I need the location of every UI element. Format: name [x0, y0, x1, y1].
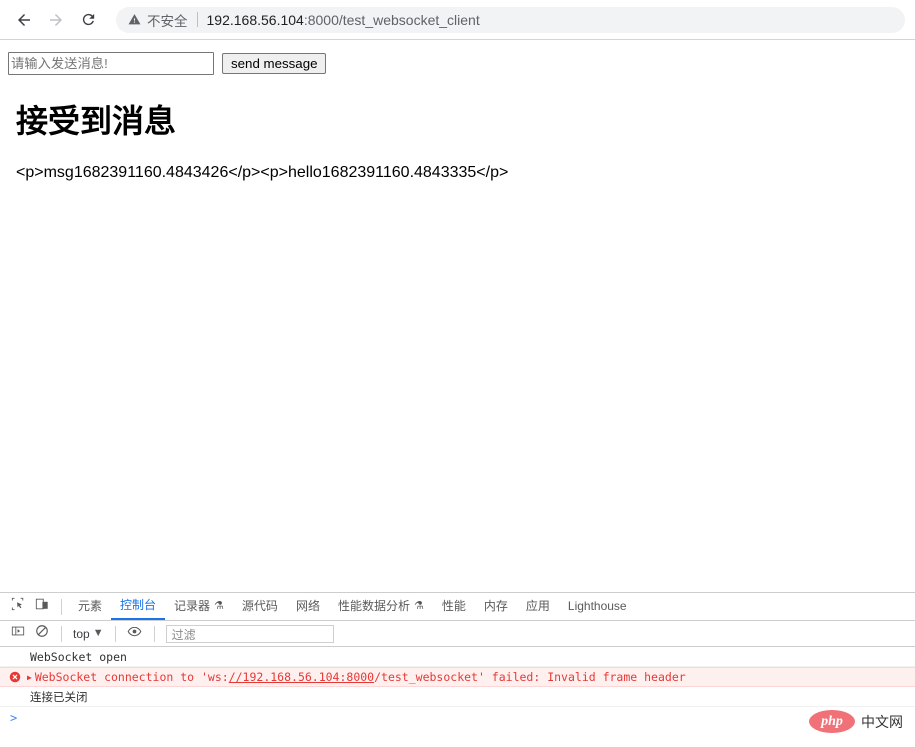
- security-status-label: 不安全: [147, 13, 188, 29]
- console-error-text: WebSocket connection to 'ws://192.168.56…: [35, 670, 686, 684]
- devtools-tab-label: 应用: [525, 599, 550, 613]
- devtools-tab[interactable]: Lighthouse: [559, 593, 636, 620]
- devtools-tab[interactable]: 性能: [433, 593, 475, 620]
- url-text: 192.168.56.104:8000/test_websocket_clien…: [207, 12, 480, 28]
- devtools-tab[interactable]: 控制台: [111, 593, 166, 620]
- experimental-flask-icon: ⚗: [214, 600, 224, 612]
- live-expression-eye-icon: [127, 624, 142, 644]
- message-form: send message: [8, 52, 907, 75]
- forward-button[interactable]: [42, 6, 70, 34]
- devtools-tab[interactable]: 内存: [475, 593, 517, 620]
- php-logo-icon: php: [809, 710, 855, 733]
- devtools-tab[interactable]: 网络: [287, 593, 329, 620]
- device-toolbar-icon: [35, 597, 49, 616]
- back-arrow-icon: [15, 11, 33, 29]
- send-message-button[interactable]: send message: [222, 53, 327, 74]
- browser-toolbar: 不安全 192.168.56.104:8000/test_websocket_c…: [0, 0, 915, 40]
- console-toolbar: top ▼ 过滤: [0, 621, 915, 647]
- console-prompt[interactable]: >: [0, 707, 915, 729]
- devtools-tab-label: 内存: [483, 599, 508, 613]
- devtools-tab-label: 控制台: [120, 598, 157, 612]
- console-toolbar-divider-3: [153, 625, 155, 642]
- devtools-tab-label: 网络: [295, 599, 320, 613]
- page-content: send message 接受到消息 <p>msg1682391160.4843…: [0, 40, 915, 584]
- devtools-panel: 元素 控制台 记录器 ⚗ 源代码 网络 性能数据分析 ⚗ 性能 内存 应用 Lighthouse: [0, 592, 915, 747]
- execution-context-label: top: [73, 626, 90, 641]
- inspect-element-button[interactable]: [6, 596, 30, 618]
- reload-button[interactable]: [74, 6, 102, 34]
- console-filter-input[interactable]: 过滤: [165, 624, 334, 643]
- back-button[interactable]: [10, 6, 38, 34]
- warning-triangle-icon[interactable]: [128, 13, 141, 26]
- console-log-row[interactable]: WebSocket open: [0, 647, 915, 667]
- devtools-tab[interactable]: 性能数据分析 ⚗: [329, 593, 433, 620]
- console-error-row[interactable]: ▶ WebSocket connection to 'ws://192.168.…: [0, 667, 915, 687]
- console-message-list: WebSocket open ▶ WebSocket connection to…: [0, 647, 915, 729]
- experimental-flask-icon: ⚗: [413, 600, 424, 612]
- devtools-tab-label: Lighthouse: [567, 599, 627, 613]
- prompt-caret-icon: >: [10, 711, 18, 725]
- inspect-element-icon: [11, 597, 25, 616]
- devtools-tab-label: 性能数据分析: [337, 599, 410, 613]
- toolbar-divider: [61, 598, 62, 615]
- watermark-label: 中文网: [861, 713, 903, 730]
- error-message-prefix: WebSocket connection to 'ws:: [34, 670, 229, 684]
- error-message-suffix: /test_websocket' failed: Invalid frame h…: [374, 670, 686, 684]
- url-host: 192.168.56.104: [206, 11, 304, 28]
- page-title: 接受到消息: [16, 103, 177, 139]
- message-input[interactable]: [8, 52, 214, 75]
- devtools-tab[interactable]: 源代码: [233, 593, 287, 620]
- url-path: :8000/test_websocket_client: [303, 11, 480, 28]
- devtools-tab[interactable]: 应用: [517, 593, 559, 620]
- live-expression-button[interactable]: [123, 623, 147, 645]
- console-sidebar-button[interactable]: [6, 623, 30, 645]
- console-toolbar-divider-2: [114, 625, 116, 642]
- console-sidebar-icon: [11, 624, 25, 643]
- console-log-text: 连接已关闭: [30, 689, 88, 704]
- devtools-tab-label: 记录器: [174, 599, 211, 613]
- device-toolbar-button[interactable]: [30, 596, 54, 618]
- devtools-tab[interactable]: 记录器 ⚗: [165, 593, 233, 620]
- forward-arrow-icon: [47, 11, 65, 29]
- clear-console-button[interactable]: [30, 623, 54, 645]
- address-bar[interactable]: 不安全 192.168.56.104:8000/test_websocket_c…: [116, 6, 905, 33]
- omnibox-divider: [196, 12, 198, 27]
- devtools-tab-label: 元素: [78, 599, 103, 613]
- execution-context-selector[interactable]: top ▼: [69, 627, 108, 641]
- devtools-tab-list: 元素 控制台 记录器 ⚗ 源代码 网络 性能数据分析 ⚗ 性能 内存 应用 Lighthouse: [69, 593, 636, 620]
- devtools-tab-label: 源代码: [241, 599, 278, 613]
- error-message-url[interactable]: //192.168.56.104:8000: [229, 670, 374, 684]
- received-message-text: <p>msg1682391160.4843426</p><p>hello1682…: [16, 164, 509, 181]
- clear-console-icon: [35, 624, 49, 643]
- console-toolbar-divider-1: [61, 625, 62, 642]
- devtools-tab[interactable]: 元素: [69, 593, 111, 620]
- devtools-tabbar: 元素 控制台 记录器 ⚗ 源代码 网络 性能数据分析 ⚗ 性能 内存 应用 Lighthouse: [0, 593, 915, 621]
- expand-triangle-icon[interactable]: ▶: [27, 673, 32, 682]
- reload-icon: [80, 11, 97, 28]
- console-log-text: WebSocket open: [30, 649, 127, 664]
- devtools-tab-label: 性能: [441, 599, 466, 613]
- chevron-down-icon: ▼: [92, 627, 104, 639]
- error-circle-icon: [9, 671, 21, 683]
- console-log-row[interactable]: 连接已关闭: [0, 687, 915, 707]
- watermark: php 中文网: [809, 710, 903, 733]
